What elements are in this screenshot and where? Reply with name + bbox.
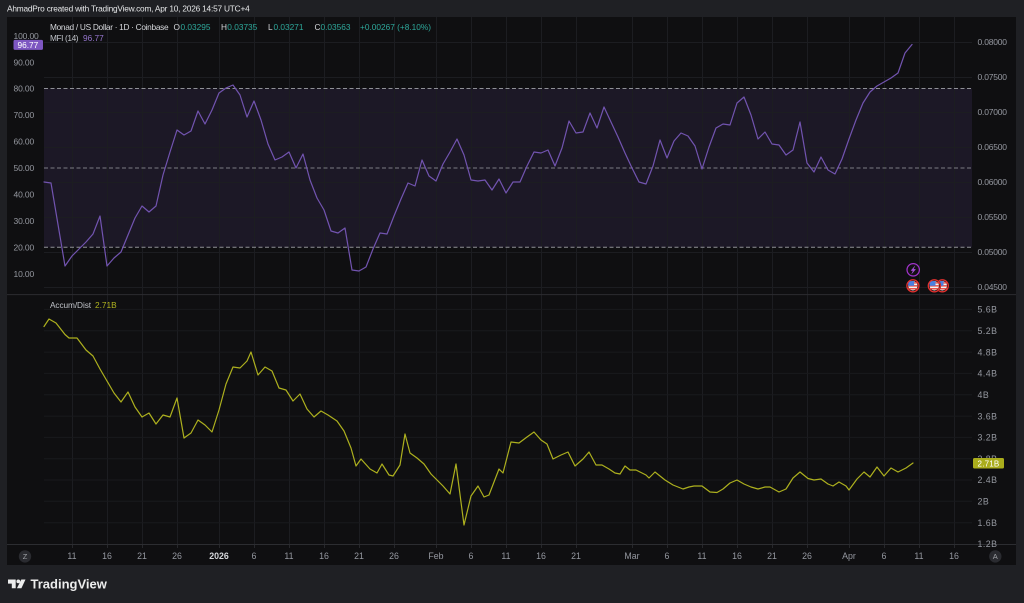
svg-text:10.00: 10.00 [14, 269, 35, 279]
svg-text:0.04500: 0.04500 [978, 282, 1008, 292]
svg-text:TradingView: TradingView [31, 576, 108, 591]
svg-text:4.4B: 4.4B [978, 369, 998, 379]
svg-text:90.00: 90.00 [14, 57, 35, 67]
svg-text:H: H [221, 22, 227, 32]
svg-text:Monad / US Dollar · 1D · Coinb: Monad / US Dollar · 1D · Coinbase [50, 22, 169, 32]
svg-text:11: 11 [67, 551, 76, 561]
svg-text:2.71B: 2.71B [978, 459, 1000, 468]
svg-text:AhmadPro created with TradingV: AhmadPro created with TradingView.com, A… [7, 3, 250, 13]
svg-text:+0.00267 (+8.10%): +0.00267 (+8.10%) [360, 22, 431, 32]
svg-text:96.77: 96.77 [83, 33, 104, 43]
svg-text:0.03271: 0.03271 [274, 22, 304, 32]
svg-text:0.05500: 0.05500 [978, 212, 1008, 222]
svg-text:5.6B: 5.6B [978, 305, 998, 315]
svg-text:Z: Z [23, 552, 28, 561]
svg-text:96.77: 96.77 [18, 40, 39, 50]
svg-text:1.2B: 1.2B [978, 539, 998, 549]
svg-text:3.6B: 3.6B [978, 411, 998, 421]
svg-text:16: 16 [732, 551, 742, 561]
svg-text:6: 6 [469, 551, 474, 561]
svg-text:26: 26 [172, 551, 182, 561]
svg-text:5.2B: 5.2B [978, 326, 998, 336]
svg-text:0.06500: 0.06500 [978, 142, 1008, 152]
svg-text:1.6B: 1.6B [978, 518, 998, 528]
svg-text:2.71B: 2.71B [95, 300, 117, 310]
svg-text:A: A [993, 552, 998, 561]
svg-text:0.03295: 0.03295 [181, 22, 211, 32]
svg-text:40.00: 40.00 [14, 190, 35, 200]
svg-text:21: 21 [354, 551, 364, 561]
svg-text:2B: 2B [978, 497, 990, 507]
svg-text:11: 11 [501, 551, 510, 561]
svg-text:21: 21 [767, 551, 777, 561]
svg-text:0.07500: 0.07500 [978, 72, 1008, 82]
svg-text:Feb: Feb [428, 551, 443, 561]
svg-text:2026: 2026 [209, 551, 229, 561]
svg-text:16: 16 [319, 551, 329, 561]
svg-text:70.00: 70.00 [14, 110, 35, 120]
svg-text:6: 6 [882, 551, 887, 561]
svg-text:4.8B: 4.8B [978, 347, 998, 357]
svg-text:Apr: Apr [842, 551, 856, 561]
svg-text:O: O [174, 22, 181, 32]
svg-text:26: 26 [389, 551, 399, 561]
svg-text:16: 16 [949, 551, 959, 561]
svg-text:6: 6 [252, 551, 257, 561]
svg-text:21: 21 [137, 551, 147, 561]
svg-text:80.00: 80.00 [14, 84, 35, 94]
svg-text:30.00: 30.00 [14, 216, 35, 226]
svg-text:16: 16 [536, 551, 546, 561]
svg-text:0.08000: 0.08000 [978, 37, 1008, 47]
svg-text:0.03735: 0.03735 [227, 22, 257, 32]
svg-text:26: 26 [802, 551, 812, 561]
svg-text:MFI (14): MFI (14) [50, 33, 79, 43]
svg-text:60.00: 60.00 [14, 137, 35, 147]
svg-text:3.2B: 3.2B [978, 433, 998, 443]
svg-text:Accum/Dist: Accum/Dist [50, 300, 92, 310]
svg-text:11: 11 [697, 551, 706, 561]
svg-text:0.03563: 0.03563 [321, 22, 351, 32]
svg-text:6: 6 [665, 551, 670, 561]
svg-text:Mar: Mar [624, 551, 639, 561]
svg-text:20.00: 20.00 [14, 243, 35, 253]
svg-text:11: 11 [284, 551, 293, 561]
svg-text:0.06000: 0.06000 [978, 177, 1008, 187]
svg-text:0.07000: 0.07000 [978, 107, 1008, 117]
svg-text:4B: 4B [978, 390, 990, 400]
svg-text:2.4B: 2.4B [978, 475, 998, 485]
svg-text:11: 11 [914, 551, 923, 561]
svg-text:50.00: 50.00 [14, 163, 35, 173]
svg-text:L: L [268, 22, 273, 32]
svg-text:16: 16 [102, 551, 112, 561]
svg-text:0.05000: 0.05000 [978, 247, 1008, 257]
svg-text:21: 21 [571, 551, 581, 561]
